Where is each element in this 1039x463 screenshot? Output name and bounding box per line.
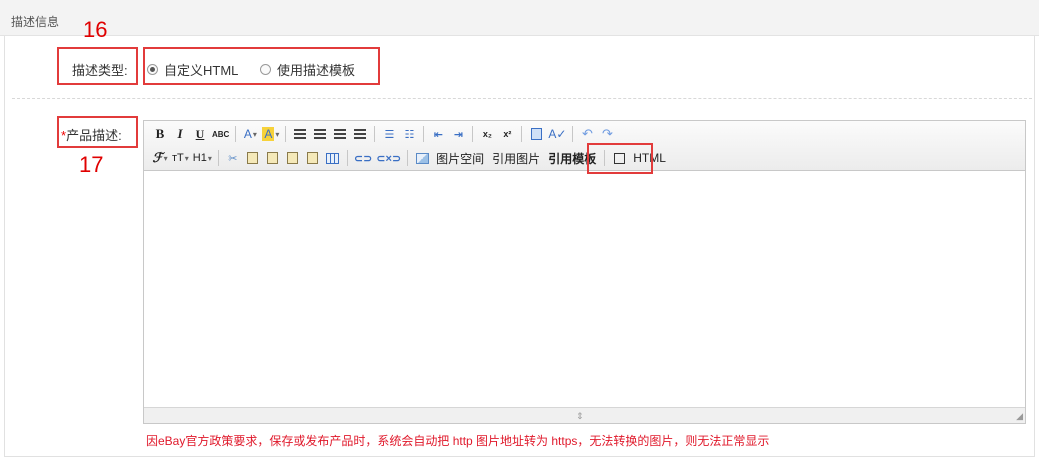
- superscript-button[interactable]: x²: [497, 124, 517, 144]
- underline-button[interactable]: U: [190, 124, 210, 144]
- font-color-icon: A: [243, 127, 252, 141]
- paste-word-icon: [307, 152, 319, 164]
- align-right-button[interactable]: [330, 124, 350, 144]
- image-space-button[interactable]: 图片空间: [432, 148, 488, 168]
- align-justify-icon: [354, 129, 367, 139]
- radio-use-template[interactable]: 使用描述模板: [260, 60, 355, 79]
- spellcheck-icon: A✓: [548, 127, 567, 141]
- unlink-button[interactable]: ⊂×⊃: [374, 148, 403, 168]
- toolbar-separator: [285, 126, 287, 142]
- resize-handle-icon[interactable]: ◢: [1016, 411, 1023, 422]
- highlight-icon: A: [262, 127, 275, 141]
- scissors-icon: ✂: [228, 152, 238, 165]
- link-icon: ⊂⊃: [353, 152, 373, 165]
- https-notice: 因eBay官方政策要求，保存或发布产品时，系统会自动把 http 图片地址转为 …: [146, 434, 770, 448]
- unlink-icon: ⊂×⊃: [376, 152, 402, 165]
- radio-custom-html[interactable]: 自定义HTML: [147, 60, 238, 79]
- highlight-color-button[interactable]: A ▾: [260, 124, 281, 144]
- image-icon: [415, 152, 429, 164]
- rich-text-editor: B I U ABC A ▾ A ▾ ☰ ☷ ⇤ ⇥ x₂ x² A✓ ↶ ↷ ℱ…: [143, 120, 1026, 424]
- annotation-box-quote-template: [587, 143, 653, 174]
- redo-icon: ↷: [601, 126, 613, 141]
- paste-word-button[interactable]: [303, 148, 323, 168]
- editor-toolbar: B I U ABC A ▾ A ▾ ☰ ☷ ⇤ ⇥ x₂ x² A✓ ↶ ↷ ℱ…: [144, 121, 1025, 171]
- insert-image-button[interactable]: [412, 148, 432, 168]
- link-button[interactable]: ⊂⊃: [352, 148, 374, 168]
- editor-content-area[interactable]: [144, 171, 1025, 407]
- paste-icon: [267, 152, 279, 164]
- bullet-list-button[interactable]: ☰: [379, 124, 399, 144]
- cut-button[interactable]: ✂: [223, 148, 243, 168]
- toolbar-separator: [423, 126, 425, 142]
- radio-custom-html-label: 自定义HTML: [164, 63, 239, 78]
- chevron-down-icon: ▾: [252, 129, 257, 139]
- indent-icon: ⇥: [453, 128, 463, 141]
- paragraph-icon: [530, 128, 542, 140]
- numbered-list-icon: ☷: [404, 128, 415, 141]
- undo-button[interactable]: ↶: [577, 124, 597, 144]
- radio-use-template-label: 使用描述模板: [277, 63, 356, 78]
- toolbar-row-1: B I U ABC A ▾ A ▾ ☰ ☷ ⇤ ⇥ x₂ x² A✓ ↶ ↷: [150, 123, 617, 145]
- chevron-down-icon: ▾: [275, 129, 280, 139]
- table-button[interactable]: [323, 148, 343, 168]
- font-color-button[interactable]: A ▾: [240, 124, 260, 144]
- redo-button[interactable]: ↷: [597, 124, 617, 144]
- radio-checked-icon: [147, 64, 158, 75]
- toolbar-separator: [235, 126, 237, 142]
- annotation-number-16: 16: [83, 17, 108, 42]
- toolbar-separator: [374, 126, 376, 142]
- indent-button[interactable]: ⇥: [448, 124, 468, 144]
- toolbar-separator: [346, 150, 348, 166]
- bold-button[interactable]: B: [150, 124, 170, 144]
- italic-button[interactable]: I: [170, 124, 190, 144]
- chevron-down-icon: ▾: [207, 153, 212, 163]
- bullet-list-icon: ☰: [384, 128, 395, 141]
- spellcheck-button[interactable]: A✓: [546, 124, 568, 144]
- paragraph-format-button[interactable]: [526, 124, 546, 144]
- align-center-button[interactable]: [310, 124, 330, 144]
- outdent-icon: ⇤: [433, 128, 443, 141]
- toolbar-separator: [407, 150, 409, 166]
- quote-image-button[interactable]: 引用图片: [488, 148, 544, 168]
- font-size-icon: тT: [172, 152, 184, 164]
- paste-button[interactable]: [263, 148, 283, 168]
- paste-text-button[interactable]: [283, 148, 303, 168]
- section-divider: [12, 98, 1032, 99]
- table-icon: [326, 152, 340, 164]
- annotation-number-17: 17: [79, 152, 104, 177]
- font-family-icon: ℱ: [152, 150, 163, 165]
- align-justify-button[interactable]: [350, 124, 370, 144]
- align-right-icon: [334, 129, 347, 139]
- outdent-button[interactable]: ⇤: [428, 124, 448, 144]
- panel-header: 描述信息: [0, 0, 1039, 36]
- copy-button[interactable]: [243, 148, 263, 168]
- product-description-label-text: 产品描述:: [66, 128, 122, 143]
- radio-unchecked-icon: [260, 64, 271, 75]
- description-type-label: 描述类型:: [72, 63, 128, 78]
- font-family-button[interactable]: ℱ ▾: [150, 148, 170, 168]
- subscript-button[interactable]: x₂: [477, 124, 497, 144]
- numbered-list-button[interactable]: ☷: [399, 124, 419, 144]
- heading-button[interactable]: H1 ▾: [191, 148, 214, 168]
- chevron-down-icon: ▾: [163, 153, 168, 163]
- align-center-icon: [314, 129, 327, 139]
- toolbar-separator: [217, 150, 219, 166]
- strikethrough-button[interactable]: ABC: [210, 124, 231, 144]
- panel-title: 描述信息: [11, 15, 60, 29]
- chevron-down-icon: ▾: [184, 153, 189, 163]
- toolbar-separator: [472, 126, 474, 142]
- copy-icon: [247, 152, 259, 164]
- drag-handle-icon[interactable]: ⇕: [576, 411, 584, 422]
- editor-statusbar: ⇕ ◢: [144, 407, 1025, 423]
- heading-icon: H1: [192, 152, 207, 164]
- align-left-icon: [294, 129, 307, 139]
- toolbar-separator: [521, 126, 523, 142]
- align-left-button[interactable]: [290, 124, 310, 144]
- font-size-button[interactable]: тT ▾: [170, 148, 191, 168]
- description-panel: 描述信息 16 描述类型: 自定义HTML 使用描述模板 17 *产品描述: B…: [0, 0, 1039, 463]
- paste-text-icon: [287, 152, 299, 164]
- undo-icon: ↶: [581, 126, 593, 141]
- product-description-label: *产品描述:: [61, 125, 122, 144]
- toolbar-separator: [572, 126, 574, 142]
